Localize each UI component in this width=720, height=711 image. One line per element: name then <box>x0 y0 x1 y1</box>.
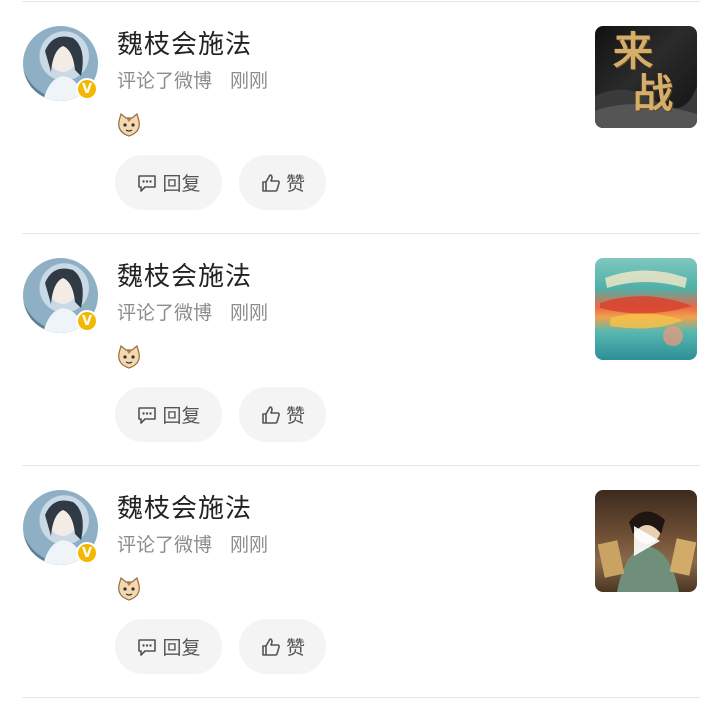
list-item[interactable]: V 魏枝会施法 评论了微博 刚刚 回复 赞 <box>0 0 720 232</box>
post-thumbnail[interactable]: 来 战 <box>595 26 697 128</box>
username[interactable]: 魏枝会施法 <box>117 28 252 62</box>
activity-meta: 评论了微博 刚刚 <box>117 532 268 558</box>
action-text: 评论了微博 <box>117 302 213 324</box>
divider <box>22 697 700 698</box>
like-button[interactable]: 赞 <box>239 387 326 442</box>
thumbs-up-icon <box>262 173 280 192</box>
reply-label: 回复 <box>162 405 201 427</box>
verified-badge: V <box>76 310 98 332</box>
timestamp: 刚刚 <box>230 534 269 556</box>
verified-badge: V <box>76 78 98 100</box>
video-thumbnail[interactable] <box>595 490 697 592</box>
reply-button[interactable]: 回复 <box>115 619 222 674</box>
reply-button[interactable]: 回复 <box>115 155 222 210</box>
reply-label: 回复 <box>162 637 201 659</box>
like-label: 赞 <box>285 637 305 659</box>
list-item[interactable]: V 魏枝会施法 评论了微博 刚刚 回复 赞 <box>0 232 720 464</box>
comment-bubble-icon <box>138 406 157 424</box>
like-button[interactable]: 赞 <box>239 155 326 210</box>
like-button[interactable]: 赞 <box>239 619 326 674</box>
cat-emoji-icon <box>118 112 140 137</box>
verified-v-icon: V <box>81 313 93 329</box>
notification-feed: V 魏枝会施法 评论了微博 刚刚 回复 赞 来 战 V 魏枝会施法 评论了微博 … <box>0 0 720 711</box>
like-label: 赞 <box>285 173 305 195</box>
verified-badge: V <box>76 542 98 564</box>
reply-button[interactable]: 回复 <box>115 387 222 442</box>
list-item[interactable]: V 魏枝会施法 评论了微博 刚刚 回复 赞 <box>0 464 720 696</box>
like-label: 赞 <box>285 405 305 427</box>
timestamp: 刚刚 <box>230 302 269 324</box>
cat-emoji-icon <box>118 344 140 369</box>
comment-bubble-icon <box>138 638 157 656</box>
activity-meta: 评论了微博 刚刚 <box>117 300 268 326</box>
action-text: 评论了微博 <box>117 534 213 556</box>
verified-v-icon: V <box>81 81 93 97</box>
activity-meta: 评论了微博 刚刚 <box>117 68 268 94</box>
action-text: 评论了微博 <box>117 70 213 92</box>
username[interactable]: 魏枝会施法 <box>117 492 252 526</box>
thumbs-up-icon <box>262 405 280 424</box>
post-thumbnail[interactable] <box>595 258 697 360</box>
comment-bubble-icon <box>138 174 157 192</box>
play-icon[interactable] <box>634 526 660 556</box>
username[interactable]: 魏枝会施法 <box>117 260 252 294</box>
thumbnail-title: 来 <box>613 28 653 75</box>
cat-emoji-icon <box>118 576 140 601</box>
thumbs-up-icon <box>262 637 280 656</box>
timestamp: 刚刚 <box>230 70 269 92</box>
thumbnail-title: 战 <box>633 70 673 117</box>
reply-label: 回复 <box>162 173 201 195</box>
verified-v-icon: V <box>81 545 93 561</box>
